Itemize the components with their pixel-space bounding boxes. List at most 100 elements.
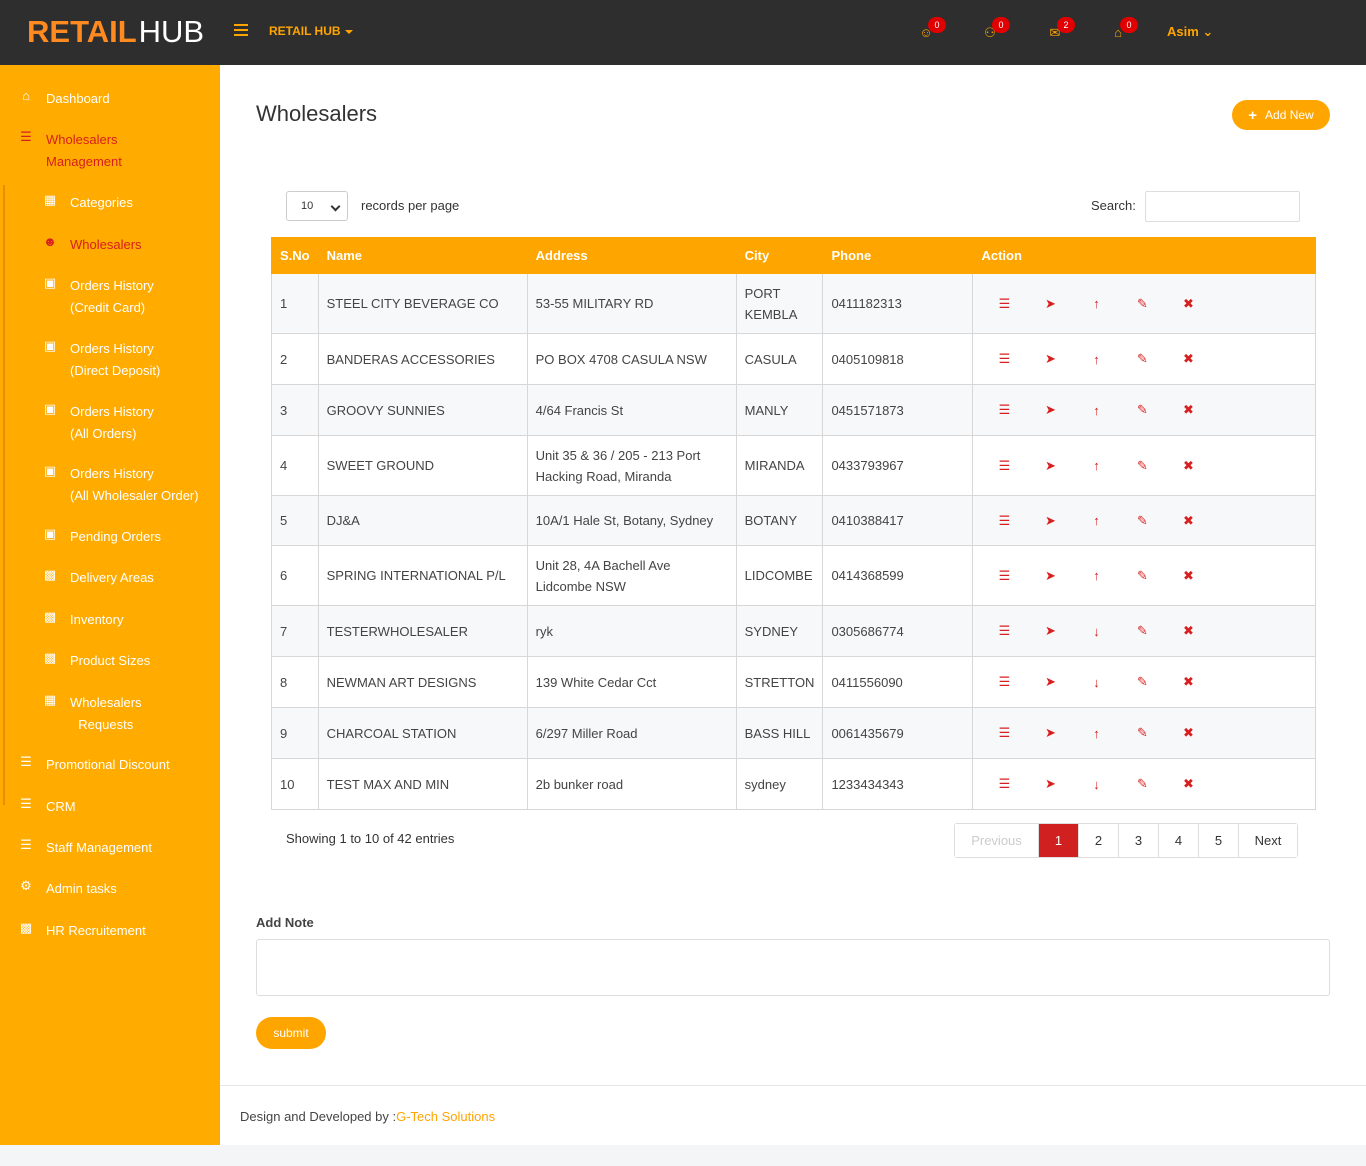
pagination-page-3[interactable]: 3 [1119,824,1159,857]
sidebar-item-wholesalers-management[interactable]: ☰ Wholesalers Management [18,129,122,173]
list-icon[interactable]: ☰ [981,725,1027,741]
arrow-up-icon[interactable]: ↑ [1073,352,1119,367]
edit-icon[interactable]: ✎ [1119,776,1165,792]
sidebar-item-promotional-discount[interactable]: ☰ Promotional Discount [18,754,169,776]
pagination-next[interactable]: Next [1239,824,1297,857]
list-icon[interactable]: ☰ [981,776,1027,792]
sidebar-item-orders-all-wholesaler[interactable]: ▣ Orders History (All Wholesaler Order) [42,463,199,507]
table-row: 7 TESTERWHOLESALER ryk SYDNEY 0305686774 ☰ ➤ ↓ ✎… [271,605,1316,657]
list-icon[interactable]: ☰ [981,296,1027,312]
pagination-page-5[interactable]: 5 [1199,824,1239,857]
edit-icon[interactable]: ✎ [1119,674,1165,690]
column-header-name[interactable]: Name [317,237,528,274]
list-icon[interactable]: ☰ [981,351,1027,367]
list-icon[interactable]: ☰ [981,402,1027,418]
logo[interactable]: RETAIL HUB [27,12,204,52]
submit-button[interactable]: submit [256,1017,326,1049]
column-header-sno[interactable]: S.No [271,237,319,274]
sidebar-item-hr-recruitement[interactable]: ▩ HR Recruitement [18,920,146,942]
send-icon[interactable]: ➤ [1027,296,1073,312]
delete-icon[interactable]: ✖ [1165,674,1211,690]
list-icon[interactable]: ☰ [981,674,1027,690]
sidebar-item-pending-orders[interactable]: ▣ Pending Orders [42,526,161,548]
delete-icon[interactable]: ✖ [1165,513,1211,529]
cell-actions: ☰ ➤ ↓ ✎ ✖ [972,605,1316,657]
edit-icon[interactable]: ✎ [1119,568,1165,584]
cart-icon: ▣ [43,275,57,290]
list-icon[interactable]: ☰ [981,513,1027,529]
sidebar-item-categories[interactable]: ▦ Categories [42,192,133,214]
add-new-button[interactable]: + Add New [1232,100,1330,130]
arrow-up-icon[interactable]: ↑ [1073,296,1119,311]
sidebar-item-orders-all[interactable]: ▣ Orders History (All Orders) [42,401,154,445]
pagination-previous[interactable]: Previous [955,824,1039,857]
user-dropdown[interactable]: Asim ⌄ [1167,24,1213,40]
column-header-address[interactable]: Address [526,237,737,274]
arrow-up-icon[interactable]: ↑ [1073,726,1119,741]
hamburger-menu-icon[interactable] [234,24,248,36]
list-icon[interactable]: ☰ [981,623,1027,639]
sidebar-item-staff-management[interactable]: ☰ Staff Management [18,837,152,859]
send-icon[interactable]: ➤ [1027,674,1073,690]
cart-notifications-icon[interactable]: ⌂ 0 [1110,17,1138,40]
delete-icon[interactable]: ✖ [1165,351,1211,367]
pagination-page-4[interactable]: 4 [1159,824,1199,857]
send-icon[interactable]: ➤ [1027,725,1073,741]
user-notifications-icon[interactable]: ☺ 0 [918,17,946,40]
delete-icon[interactable]: ✖ [1165,458,1211,474]
arrow-down-icon[interactable]: ↓ [1073,777,1119,792]
send-icon[interactable]: ➤ [1027,458,1073,474]
sidebar-item-dashboard[interactable]: ⌂ Dashboard [18,88,110,110]
column-header-city[interactable]: City [735,237,824,274]
edit-icon[interactable]: ✎ [1119,351,1165,367]
arrow-up-icon[interactable]: ↑ [1073,568,1119,583]
messages-icon[interactable]: ✉ 2 [1047,17,1075,40]
sidebar-item-wholesalers-requests[interactable]: ▦ Wholesalers Requests [42,692,142,736]
delete-icon[interactable]: ✖ [1165,296,1211,312]
sidebar-item-orders-credit-card[interactable]: ▣ Orders History (Credit Card) [42,275,154,319]
sidebar-item-admin-tasks[interactable]: ⚙ Admin tasks [18,878,117,900]
edit-icon[interactable]: ✎ [1119,402,1165,418]
send-icon[interactable]: ➤ [1027,776,1073,792]
send-icon[interactable]: ➤ [1027,402,1073,418]
add-note-textarea[interactable] [256,939,1330,996]
sidebar-item-orders-direct-deposit[interactable]: ▣ Orders History (Direct Deposit) [42,338,160,382]
sidebar-item-product-sizes[interactable]: ▩ Product Sizes [42,650,150,672]
pagination-page-1[interactable]: 1 [1039,824,1079,857]
brand-dropdown[interactable]: RETAIL HUB [269,24,353,38]
pagination-page-2[interactable]: 2 [1079,824,1119,857]
arrow-up-icon[interactable]: ↑ [1073,403,1119,418]
sidebar-item-wholesalers[interactable]: ☻ Wholesalers [42,234,141,256]
send-icon[interactable]: ➤ [1027,513,1073,529]
footer-link[interactable]: G-Tech Solutions [396,1109,495,1124]
send-icon[interactable]: ➤ [1027,623,1073,639]
arrow-up-icon[interactable]: ↑ [1073,458,1119,473]
delete-icon[interactable]: ✖ [1165,725,1211,741]
list-icon[interactable]: ☰ [981,458,1027,474]
delete-icon[interactable]: ✖ [1165,623,1211,639]
sidebar: ⌂ Dashboard ☰ Wholesalers Management ▦ Ca… [0,65,220,1145]
send-icon[interactable]: ➤ [1027,351,1073,367]
edit-icon[interactable]: ✎ [1119,725,1165,741]
arrow-up-icon[interactable]: ↑ [1073,513,1119,528]
delete-icon[interactable]: ✖ [1165,402,1211,418]
delete-icon[interactable]: ✖ [1165,568,1211,584]
records-per-page-select[interactable]: 10 [286,191,348,221]
send-icon[interactable]: ➤ [1027,568,1073,584]
wholesalers-table: S.No Name Address City Phone Action 1 STE… [271,237,1316,810]
delete-icon[interactable]: ✖ [1165,776,1211,792]
sidebar-item-inventory[interactable]: ▩ Inventory [42,609,124,631]
sidebar-item-delivery-areas[interactable]: ▩ Delivery Areas [42,567,154,589]
edit-icon[interactable]: ✎ [1119,623,1165,639]
sidebar-item-crm[interactable]: ☰ CRM [18,796,75,818]
list-icon[interactable]: ☰ [981,568,1027,584]
footer-text: Design and Developed by :G-Tech Solution… [240,1109,495,1124]
edit-icon[interactable]: ✎ [1119,513,1165,529]
search-input[interactable] [1145,191,1300,222]
edit-icon[interactable]: ✎ [1119,458,1165,474]
column-header-phone[interactable]: Phone [822,237,974,274]
arrow-down-icon[interactable]: ↓ [1073,624,1119,639]
edit-icon[interactable]: ✎ [1119,296,1165,312]
users-notifications-icon[interactable]: ⚇ 0 [982,17,1010,40]
arrow-down-icon[interactable]: ↓ [1073,675,1119,690]
